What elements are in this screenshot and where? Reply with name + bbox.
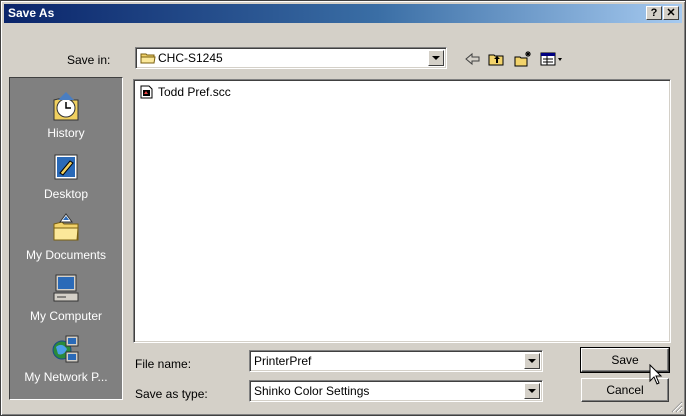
place-label: My Computer — [29, 309, 103, 323]
save-in-combo[interactable]: CHC-S1245 — [135, 47, 447, 69]
my-documents-icon — [53, 213, 79, 241]
place-label: My Documents — [25, 248, 107, 262]
save-in-label: Save in: — [67, 53, 111, 67]
folder-icon — [140, 53, 156, 64]
view-menu-button[interactable] — [539, 50, 565, 68]
title-bar[interactable]: Save As ? ✕ — [4, 4, 682, 23]
place-label: Desktop — [43, 187, 89, 201]
save-as-dialog: Save As ? ✕ Save in: CHC-S1245 History D… — [0, 0, 686, 416]
save-in-dropdown-button[interactable] — [428, 50, 444, 66]
view-menu-icon — [540, 52, 562, 66]
desktop-icon — [54, 154, 78, 180]
save-as-type-select[interactable]: Shinko Color Settings — [249, 380, 543, 402]
help-button[interactable]: ? — [646, 6, 662, 20]
place-desktop[interactable]: Desktop — [10, 145, 122, 205]
up-folder-icon — [488, 54, 504, 66]
save-in-value: CHC-S1245 — [158, 51, 223, 65]
my-computer-icon — [53, 274, 79, 302]
new-folder-icon — [514, 51, 531, 67]
history-icon — [53, 92, 79, 121]
save-as-type-value: Shinko Color Settings — [254, 384, 370, 398]
save-as-type-label: Save as type: — [135, 387, 208, 401]
file-name-value: PrinterPref — [254, 354, 312, 368]
back-arrow-icon — [465, 52, 480, 66]
mouse-cursor-icon — [649, 364, 663, 385]
place-history[interactable]: History — [10, 84, 122, 144]
places-bar: History Desktop My Documents My Computer… — [9, 77, 123, 400]
close-button[interactable]: ✕ — [663, 6, 679, 20]
file-list[interactable]: Todd Pref.scc — [133, 79, 671, 343]
up-one-level-button[interactable] — [487, 50, 507, 68]
file-name-label: File name: — [135, 357, 192, 371]
save-as-type-dropdown-button[interactable] — [524, 383, 540, 399]
place-my-network-places[interactable]: My Network P... — [10, 328, 122, 388]
file-name: Todd Pref.scc — [158, 85, 231, 99]
settings-file-icon — [140, 85, 153, 99]
back-button[interactable] — [463, 50, 483, 68]
place-label: History — [47, 126, 85, 140]
file-name-dropdown-button[interactable] — [524, 353, 540, 369]
resize-grip-icon[interactable] — [671, 401, 683, 413]
my-network-places-icon — [52, 335, 79, 363]
new-folder-button[interactable] — [513, 50, 533, 68]
place-my-documents[interactable]: My Documents — [10, 206, 122, 266]
place-my-computer[interactable]: My Computer — [10, 267, 122, 327]
place-label: My Network P... — [24, 370, 108, 384]
file-name-input[interactable]: PrinterPref — [249, 350, 543, 372]
window-title: Save As — [8, 6, 55, 20]
